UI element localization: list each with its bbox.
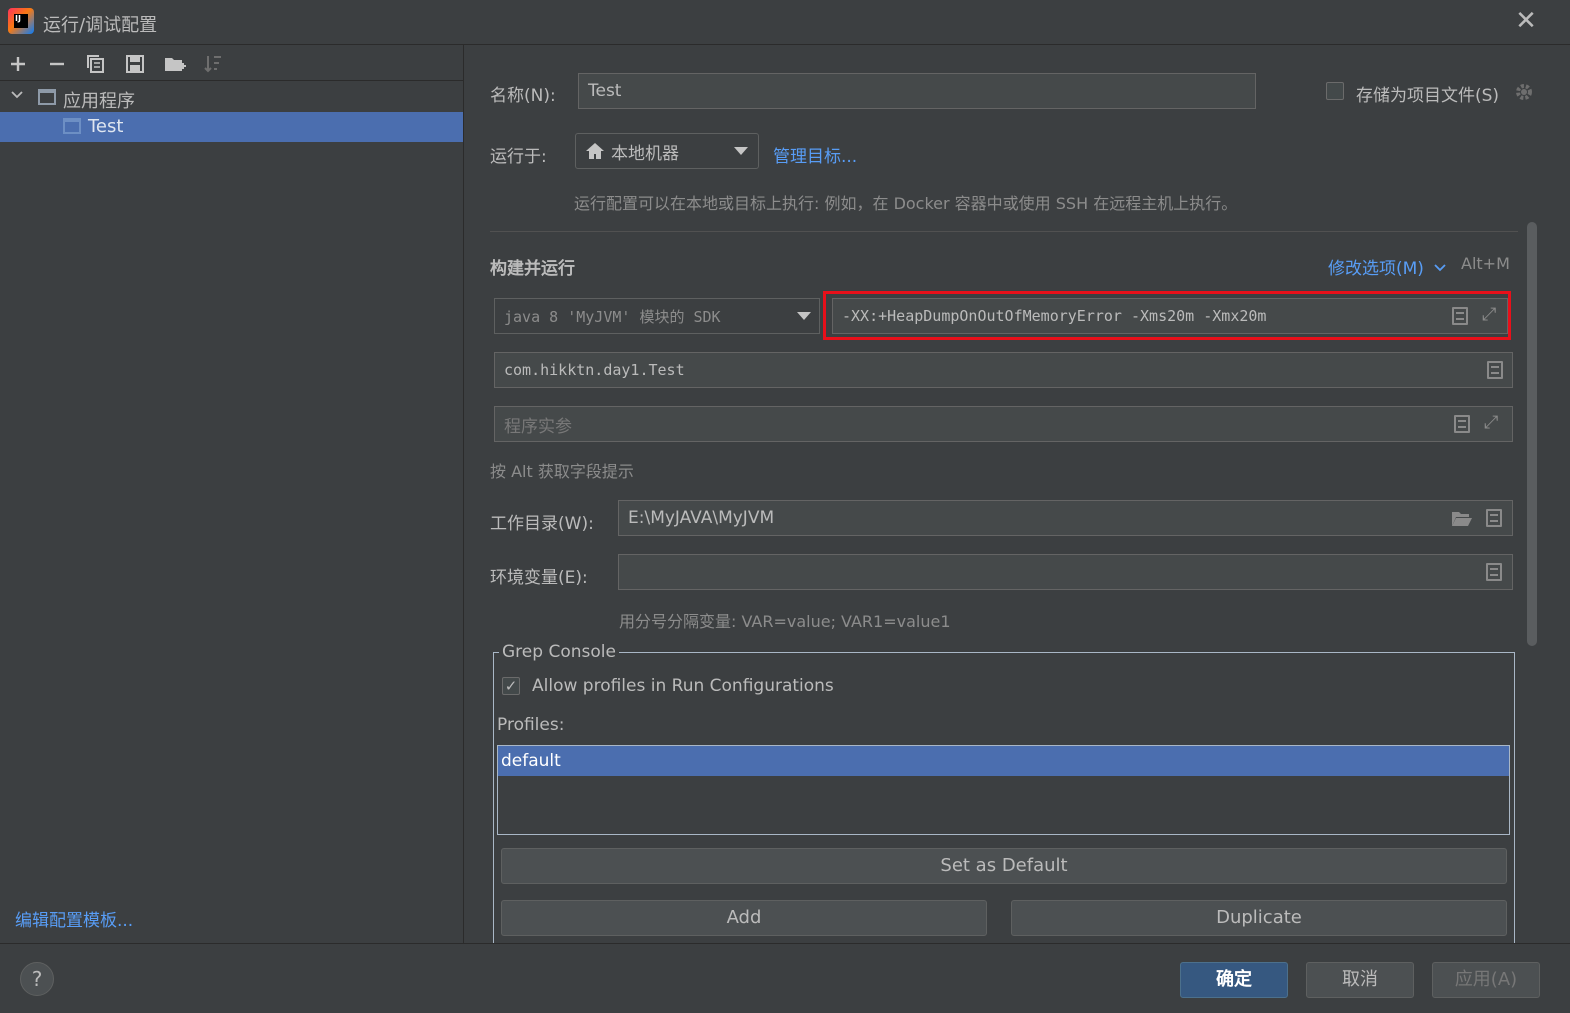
alt-hint: 按 Alt 获取字段提示 — [490, 462, 634, 481]
insert-macro-icon[interactable] — [1486, 509, 1502, 527]
program-args-input[interactable]: 程序实参 — [494, 406, 1513, 442]
help-button[interactable]: ? — [20, 962, 54, 996]
expand-icon[interactable]: ⤢ — [1484, 412, 1498, 433]
title-bar — [0, 0, 1570, 45]
name-value: Test — [588, 81, 622, 101]
name-input[interactable]: Test — [578, 73, 1256, 109]
cancel-button[interactable]: 取消 — [1306, 962, 1414, 998]
list-item[interactable]: default — [498, 746, 1509, 776]
browse-class-icon[interactable] — [1487, 361, 1503, 379]
build-run-title: 构建并运行 — [490, 259, 575, 279]
config-tree-panel — [0, 45, 464, 943]
scrollbar[interactable] — [1527, 222, 1537, 646]
edit-env-icon[interactable] — [1486, 563, 1502, 581]
highlight-box — [823, 291, 1511, 340]
sdk-value: java 8 'MyJVM' 模块的 SDK — [504, 307, 721, 326]
gear-icon[interactable] — [1514, 82, 1534, 107]
tree-group-application[interactable]: 应用程序 — [63, 87, 135, 113]
section-divider — [490, 231, 1518, 232]
copy-icon[interactable] — [85, 53, 107, 75]
chevron-down-icon[interactable] — [10, 88, 24, 106]
chevron-down-icon — [797, 312, 811, 320]
save-icon[interactable] — [124, 53, 146, 75]
intellij-logo-icon: IJ — [8, 8, 34, 34]
close-icon[interactable]: ✕ — [1512, 8, 1540, 36]
folder-open-icon[interactable] — [1451, 509, 1473, 532]
sort-icon — [202, 53, 224, 75]
home-icon — [586, 143, 604, 159]
modify-options-shortcut: Alt+M — [1461, 254, 1510, 273]
grep-console-title: Grep Console — [499, 642, 619, 662]
folder-add-icon[interactable] — [163, 53, 186, 75]
add-profile-button[interactable]: Add — [501, 900, 987, 936]
run-on-select[interactable]: 本地机器 — [575, 133, 759, 169]
footer-divider — [0, 943, 1570, 944]
duplicate-profile-button[interactable]: Duplicate — [1011, 900, 1507, 936]
profiles-label: Profiles: — [497, 715, 565, 735]
env-input[interactable] — [618, 554, 1513, 590]
workdir-value: E:\MyJAVA\MyJVM — [628, 508, 775, 528]
sdk-select[interactable]: java 8 'MyJVM' 模块的 SDK — [494, 298, 820, 334]
minus-icon[interactable] — [46, 53, 68, 75]
name-label: 名称(N): — [490, 86, 556, 106]
env-label: 环境变量(E): — [490, 568, 588, 588]
toolbar-divider — [0, 80, 463, 81]
manage-targets-link[interactable]: 管理目标... — [773, 142, 857, 167]
allow-profiles-label: Allow profiles in Run Configurations — [532, 676, 834, 696]
main-class-value: com.hikktn.day1.Test — [504, 361, 685, 379]
run-on-hint: 运行配置可以在本地或目标上执行: 例如，在 Docker 容器中或使用 SSH … — [574, 194, 1238, 213]
apply-button[interactable]: 应用(A) — [1432, 962, 1540, 998]
store-as-project-file-checkbox[interactable] — [1326, 82, 1344, 100]
chevron-down-icon — [734, 147, 748, 155]
run-on-value: 本地机器 — [611, 143, 679, 164]
plus-icon[interactable] — [7, 53, 29, 75]
run-on-label: 运行于: — [490, 147, 547, 167]
modify-options-link[interactable]: 修改选项(M) — [1328, 254, 1424, 279]
chevron-down-icon — [1434, 258, 1446, 278]
insert-macro-icon[interactable] — [1454, 415, 1470, 433]
env-hint: 用分号分隔变量: VAR=value; VAR1=value1 — [619, 612, 951, 631]
program-args-placeholder: 程序实参 — [504, 416, 572, 437]
application-config-icon — [63, 118, 81, 134]
allow-profiles-checkbox[interactable]: ✓ — [502, 677, 520, 695]
store-as-project-file-label: 存储为项目文件(S) — [1356, 86, 1500, 106]
window-title: 运行/调试配置 — [43, 15, 158, 36]
application-config-icon — [38, 89, 56, 105]
edit-templates-link[interactable]: 编辑配置模板... — [15, 906, 133, 931]
set-as-default-button[interactable]: Set as Default — [501, 848, 1507, 884]
workdir-label: 工作目录(W): — [490, 514, 594, 534]
tree-item-label: Test — [88, 116, 124, 137]
workdir-input[interactable]: E:\MyJAVA\MyJVM — [618, 500, 1513, 536]
main-class-input[interactable]: com.hikktn.day1.Test — [494, 352, 1513, 388]
ok-button[interactable]: 确定 — [1180, 962, 1288, 998]
